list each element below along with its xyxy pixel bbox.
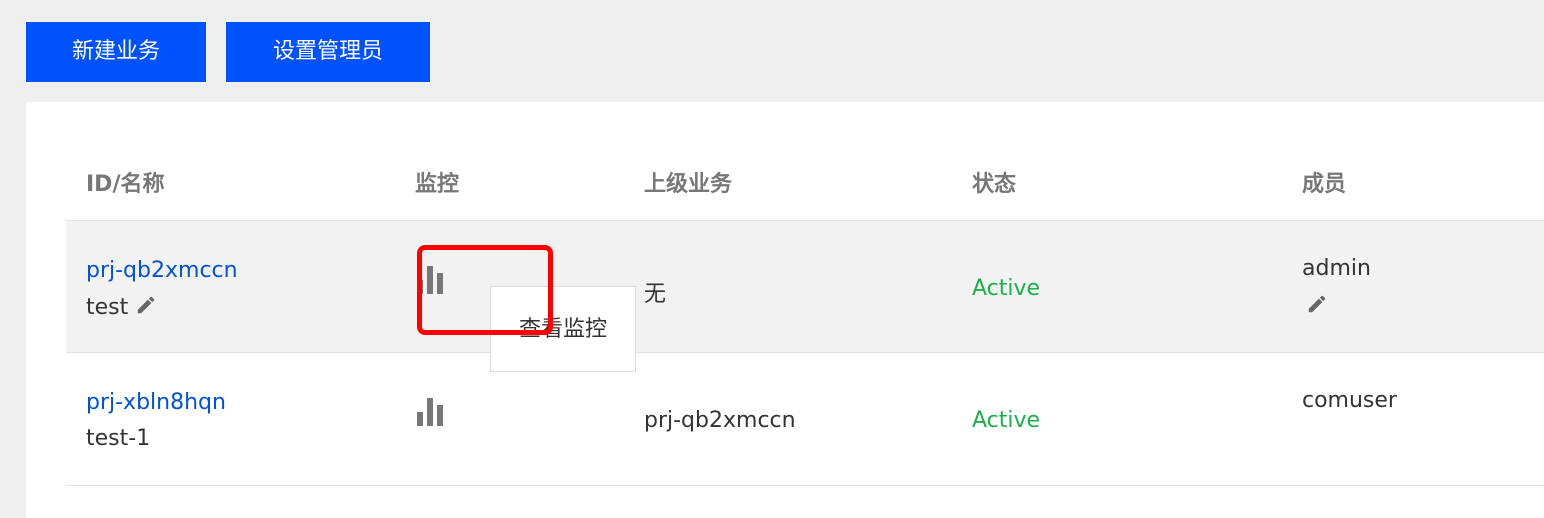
view-monitor-tooltip: 查看监控 [490, 286, 636, 372]
parent-business: prj-qb2xmccn [644, 408, 796, 433]
status-badge: Active [972, 276, 1041, 301]
parent-business: 无 [644, 282, 667, 307]
business-list-panel: ID/名称 监控 上级业务 状态 成员 prj-qb2xmccn test 无 … [26, 102, 1544, 518]
member-name: admin [1302, 256, 1371, 281]
status-badge: Active [972, 408, 1041, 433]
pencil-icon[interactable] [1306, 293, 1328, 319]
project-name: test-1 [86, 426, 151, 451]
header-id-name: ID/名称 [86, 172, 165, 197]
project-name: test [86, 294, 157, 322]
header-parent: 上级业务 [644, 172, 733, 197]
bar-chart-icon[interactable] [417, 266, 445, 298]
table-row: prj-qb2xmccn test 无 Active admin [66, 221, 1544, 353]
table-row: prj-xbln8hqn test-1 prj-qb2xmccn Active … [66, 353, 1544, 486]
new-business-button[interactable]: 新建业务 [26, 22, 206, 82]
set-admin-button[interactable]: 设置管理员 [226, 22, 430, 82]
pencil-icon[interactable] [135, 294, 157, 322]
project-name-text: test [86, 295, 129, 320]
member-name: comuser [1302, 388, 1397, 413]
project-id-link[interactable]: prj-xbln8hqn [86, 390, 226, 415]
table-header: ID/名称 监控 上级业务 状态 成员 [66, 102, 1544, 221]
bar-chart-icon[interactable] [417, 398, 445, 430]
project-id-link[interactable]: prj-qb2xmccn [86, 258, 238, 283]
header-status: 状态 [972, 172, 1017, 197]
header-monitor: 监控 [415, 172, 460, 197]
header-members: 成员 [1302, 172, 1347, 197]
